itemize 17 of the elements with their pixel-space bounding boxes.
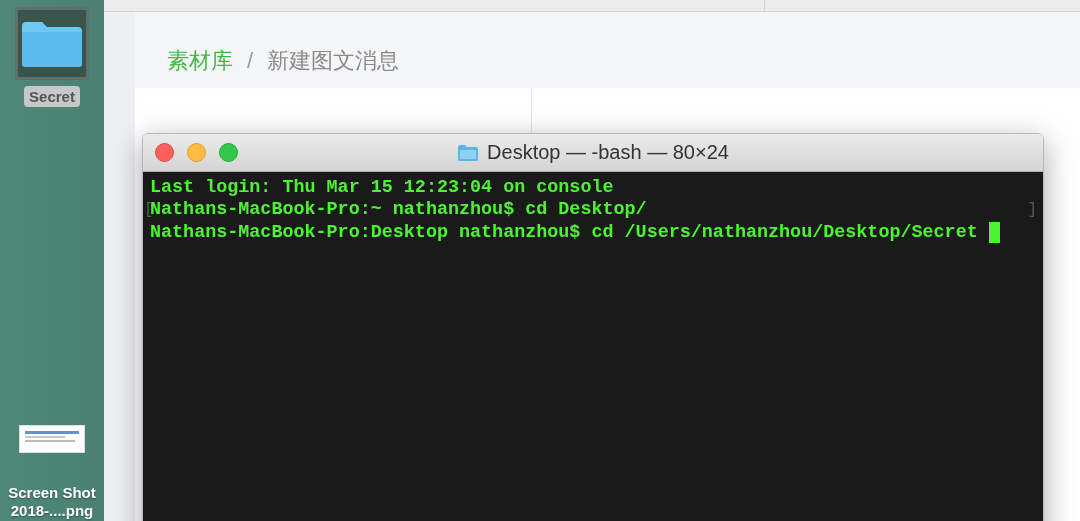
terminal-line: Last login: Thu Mar 15 12:23:04 on console: [150, 176, 614, 198]
cursor: [988, 221, 1000, 243]
mark-bracket: ]: [1027, 200, 1037, 219]
file-name[interactable]: Secret: [24, 86, 80, 107]
zoom-button[interactable]: [219, 143, 238, 162]
minimize-button[interactable]: [187, 143, 206, 162]
terminal-line: Nathans-MacBook-Pro:~ nathanzhou$ cd Desktop/: [150, 199, 647, 221]
breadcrumb-item[interactable]: 素材库: [167, 46, 233, 76]
window-title: Desktop — -bash — 80×24: [487, 141, 729, 164]
breadcrumb-separator: /: [247, 48, 254, 74]
close-button[interactable]: [155, 143, 174, 162]
file-name[interactable]: Screen Shot 2018-....png: [0, 483, 107, 521]
folder-icon: [457, 143, 480, 162]
terminal-line: Nathans-MacBook-Pro:Desktop nathanzhou$ cd /Users/nathanzhou/Desktop/Secret: [150, 221, 979, 243]
folder-icon[interactable]: [15, 7, 89, 80]
breadcrumb-item: 新建图文消息: [267, 47, 400, 75]
screenshot-thumbnail-icon[interactable]: [19, 425, 85, 453]
